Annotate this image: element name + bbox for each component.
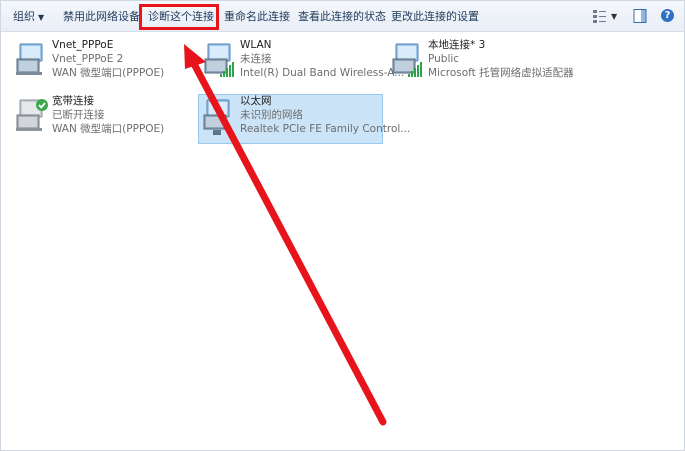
connection-name: 宽带连接 (52, 95, 94, 107)
network-adapter-disconnected-icon (16, 99, 48, 131)
organize-label: 组织 (13, 10, 35, 23)
connection-broadband[interactable]: 宽带连接 已断开连接 WAN 微型端口(PPPOE) (12, 95, 192, 145)
connection-ethernet[interactable]: 以太网 未识别的网络 Realtek PCIe FE Family Contro… (198, 94, 410, 144)
connection-device: Realtek PCIe FE Family Control... (240, 123, 411, 135)
view-status-button[interactable]: 查看此连接的状态 (298, 9, 386, 25)
change-view-button[interactable] (592, 8, 608, 24)
connection-local-3[interactable]: 本地连接* 3 Public Microsoft 托管网络虚拟适配器 (388, 39, 578, 89)
connection-device: WAN 微型端口(PPPOE) (52, 67, 165, 79)
connection-device: Microsoft 托管网络虚拟适配器 (428, 67, 574, 79)
change-settings-button[interactable]: 更改此连接的设置 (391, 9, 479, 25)
preview-pane-icon (633, 9, 647, 23)
connection-name: 以太网 (240, 95, 272, 107)
wireless-adapter-icon (392, 43, 422, 77)
network-adapter-icon (16, 43, 43, 75)
connection-status: 未识别的网络 (240, 109, 303, 121)
disable-device-button[interactable]: 禁用此网络设备 (63, 9, 140, 25)
connection-wlan[interactable]: WLAN 未连接 Intel(R) Dual Band Wireless-A..… (200, 39, 404, 89)
preview-pane-button[interactable] (632, 8, 648, 24)
connection-name: WLAN (240, 39, 272, 51)
view-options-chevron-icon[interactable]: ▼ (611, 9, 617, 25)
wireless-adapter-icon (204, 43, 234, 77)
view-list-icon (593, 10, 606, 23)
connection-status: 未连接 (240, 53, 272, 65)
connection-device: WAN 微型端口(PPPOE) (52, 123, 165, 135)
connection-name: Vnet_PPPoE (52, 39, 114, 51)
help-icon[interactable]: ? (661, 9, 674, 22)
rename-connection-button[interactable]: 重命名此连接 (224, 9, 290, 25)
connection-status: Vnet_PPPoE 2 (52, 53, 124, 65)
diagnose-highlight-box (139, 4, 219, 30)
connection-name: 本地连接* 3 (428, 39, 486, 51)
chevron-down-icon: ▼ (38, 13, 45, 22)
command-bar: 组织 ▼ 禁用此网络设备 诊断这个连接 重命名此连接 查看此连接的状态 更改此连接… (0, 0, 685, 32)
connection-status: 已断开连接 (52, 109, 105, 121)
organize-menu[interactable]: 组织 ▼ (13, 9, 44, 25)
connection-device: Intel(R) Dual Band Wireless-A... (240, 67, 405, 79)
connection-status: Public (428, 53, 460, 65)
ethernet-adapter-icon (203, 99, 230, 135)
connection-vnet-pppoe[interactable]: Vnet_PPPoE Vnet_PPPoE 2 WAN 微型端口(PPPOE) (12, 39, 192, 89)
